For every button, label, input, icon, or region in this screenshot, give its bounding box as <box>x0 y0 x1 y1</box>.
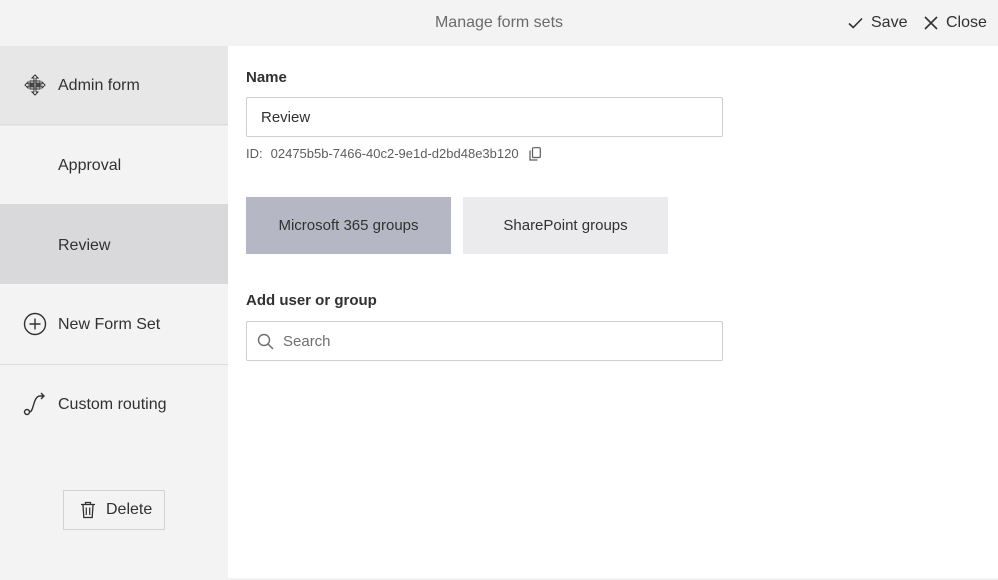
sidebar-item-approval[interactable]: Approval <box>0 126 228 206</box>
checkmark-icon <box>848 17 863 29</box>
sidebar-item-review[interactable]: Review <box>0 204 228 284</box>
name-label: Name <box>246 69 287 86</box>
search-input[interactable] <box>283 322 713 360</box>
trash-icon <box>81 501 95 519</box>
add-circle-icon <box>22 311 48 337</box>
delete-button[interactable]: Delete <box>63 490 165 530</box>
id-prefix: ID: <box>246 146 263 161</box>
name-input[interactable] <box>246 97 723 137</box>
id-row: ID: 02475b5b-7466-40c2-9e1d-d2bd48e3b120 <box>246 146 541 161</box>
save-button[interactable]: Save <box>848 12 907 34</box>
sidebar-item-label: Approval <box>58 157 122 174</box>
search-icon <box>257 333 274 355</box>
sidebar-item-label: Admin form <box>58 77 140 94</box>
move-icon <box>22 72 48 98</box>
divider <box>0 124 228 125</box>
custom-routing-button[interactable]: Custom routing <box>0 365 228 445</box>
sidebar-item-admin-form[interactable]: Admin form <box>0 46 228 126</box>
sidebar-item-label: Review <box>58 237 111 254</box>
search-box <box>246 321 723 361</box>
copy-icon[interactable] <box>528 146 541 161</box>
add-user-or-group-label: Add user or group <box>246 292 377 309</box>
microsoft-365-groups-button[interactable]: Microsoft 365 groups <box>246 197 451 254</box>
header-bar: Manage form sets Save Close <box>0 0 998 46</box>
route-icon <box>22 391 48 417</box>
save-label: Save <box>871 14 908 31</box>
sharepoint-groups-button[interactable]: SharePoint groups <box>463 197 668 254</box>
close-label: Close <box>946 14 987 31</box>
main-panel: Name ID: 02475b5b-7466-40c2-9e1d-d2bd48e… <box>228 46 998 578</box>
close-button[interactable]: Close <box>924 12 987 34</box>
sidebar-item-label: New Form Set <box>58 316 161 333</box>
sidebar-item-label: Custom routing <box>58 396 167 413</box>
delete-label: Delete <box>106 501 153 518</box>
new-form-set-button[interactable]: New Form Set <box>0 285 228 365</box>
id-value: 02475b5b-7466-40c2-9e1d-d2bd48e3b120 <box>270 146 519 161</box>
close-icon <box>924 16 938 30</box>
sidebar: Admin form Approval Review New Form Set … <box>0 46 228 578</box>
